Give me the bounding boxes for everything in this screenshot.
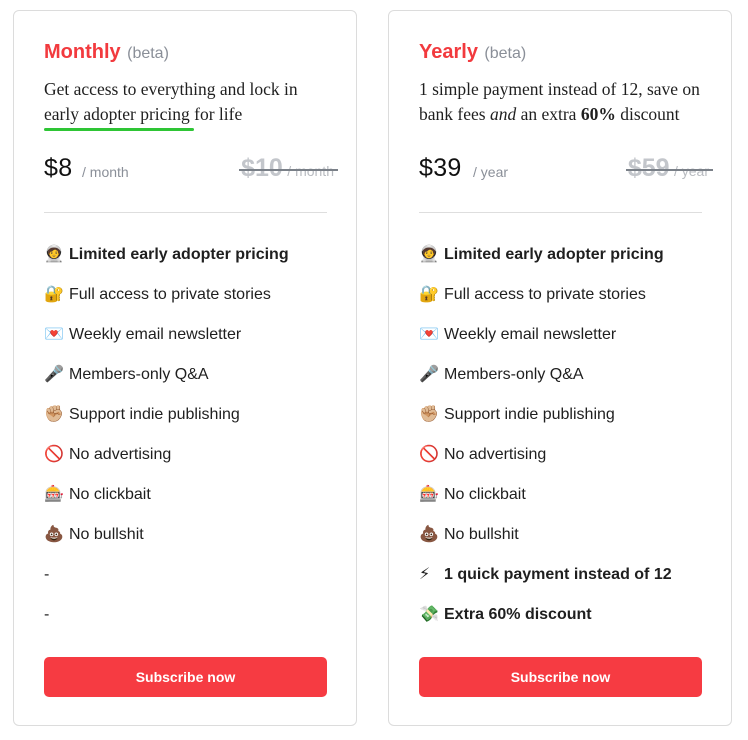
price-row: $39 / year $59 / year bbox=[419, 154, 713, 194]
astronaut-icon: 🧑‍🚀 bbox=[419, 246, 439, 263]
feature-list: 🧑‍🚀 Limited early adopter pricing 🔐 Full ac… bbox=[44, 245, 289, 645]
strikethrough-line bbox=[625, 169, 713, 171]
astronaut-icon: 🧑‍🚀 bbox=[44, 246, 64, 263]
feature-label: Support indie publishing bbox=[69, 406, 240, 423]
description-text: an extra bbox=[516, 104, 581, 124]
description-emphasis: and bbox=[489, 104, 517, 124]
price-amount: $39 bbox=[419, 154, 462, 182]
feature-label: Limited early adopter pricing bbox=[69, 246, 289, 263]
plan-name: Monthly bbox=[44, 41, 121, 63]
strikethrough-line bbox=[239, 169, 338, 171]
feature-item: 🎰 No clickbait bbox=[419, 485, 672, 525]
feature-label: - bbox=[44, 606, 50, 623]
feature-label: No clickbait bbox=[444, 486, 526, 503]
subscribe-button[interactable]: Subscribe now bbox=[44, 657, 327, 697]
feature-label: Full access to private stories bbox=[69, 286, 271, 303]
old-price-period: / month bbox=[287, 163, 334, 179]
feature-label: No advertising bbox=[69, 446, 172, 463]
plan-description: 1 simple payment instead of 12, save on … bbox=[419, 77, 709, 127]
feature-item: ⚡ 1 quick payment instead of 12 bbox=[419, 565, 672, 605]
feature-list: 🧑‍🚀 Limited early adopter pricing 🔐 Full ac… bbox=[419, 245, 672, 645]
raised-fist-icon: ✊🏼 bbox=[419, 406, 439, 423]
feature-label: Extra 60% discount bbox=[444, 606, 592, 623]
description-strong: 60% bbox=[580, 104, 616, 124]
price-period: / month bbox=[82, 164, 129, 180]
microphone-icon: 🎤 bbox=[44, 366, 64, 383]
feature-item: 💸 Extra 60% discount bbox=[419, 605, 672, 645]
feature-label: Weekly email newsletter bbox=[69, 326, 242, 343]
feature-label: Full access to private stories bbox=[444, 286, 646, 303]
feature-item: - bbox=[44, 565, 289, 605]
divider bbox=[419, 212, 702, 213]
prohibited-icon: 🚫 bbox=[419, 446, 439, 463]
subscribe-button[interactable]: Subscribe now bbox=[419, 657, 702, 697]
feature-item: 🎰 No clickbait bbox=[44, 485, 289, 525]
feature-item: 🎤 Members-only Q&A bbox=[44, 365, 289, 405]
divider bbox=[44, 212, 327, 213]
old-price-amount: $59 bbox=[627, 154, 670, 182]
feature-item: 💌 Weekly email newsletter bbox=[419, 325, 672, 365]
love-letter-icon: 💌 bbox=[419, 326, 439, 343]
highlight-underline bbox=[44, 128, 194, 131]
feature-label: Weekly email newsletter bbox=[444, 326, 617, 343]
poop-icon: 💩 bbox=[419, 526, 439, 543]
lock-icon: 🔐 bbox=[44, 286, 64, 303]
old-price-amount: $10 bbox=[241, 154, 283, 182]
plan-description: Get access to everything and lock in ear… bbox=[44, 79, 298, 124]
beta-label: (beta) bbox=[127, 45, 169, 62]
feature-label: No bullshit bbox=[444, 526, 519, 543]
plan-card-monthly: Monthly (beta) Get access to everything … bbox=[13, 10, 357, 726]
price-period: / year bbox=[473, 164, 509, 180]
feature-item: 🔐 Full access to private stories bbox=[44, 285, 289, 325]
description-text: discount bbox=[615, 104, 680, 124]
money-wings-icon: 💸 bbox=[419, 606, 439, 623]
feature-item: - bbox=[44, 605, 289, 645]
slot-machine-icon: 🎰 bbox=[419, 486, 439, 503]
old-price: $59 / year bbox=[625, 154, 713, 183]
feature-item: 🚫 No advertising bbox=[419, 445, 672, 485]
feature-label: Limited early adopter pricing bbox=[444, 246, 664, 263]
feature-item: 🔐 Full access to private stories bbox=[419, 285, 672, 325]
feature-item: ✊🏼 Support indie publishing bbox=[44, 405, 289, 445]
feature-label: 1 quick payment instead of 12 bbox=[444, 566, 672, 583]
plan-header: Yearly (beta) bbox=[419, 41, 526, 64]
raised-fist-icon: ✊🏼 bbox=[44, 406, 64, 423]
plan-card-yearly: Yearly (beta) 1 simple payment instead o… bbox=[388, 10, 732, 726]
price-row: $8 / month $10 / month bbox=[44, 154, 338, 194]
old-price-period: / year bbox=[673, 163, 709, 179]
microphone-icon: 🎤 bbox=[419, 366, 439, 383]
feature-label: No clickbait bbox=[69, 486, 151, 503]
lightning-icon: ⚡ bbox=[419, 566, 431, 583]
lock-icon: 🔐 bbox=[419, 286, 439, 303]
prohibited-icon: 🚫 bbox=[44, 446, 64, 463]
feature-item: 🧑‍🚀 Limited early adopter pricing bbox=[44, 245, 289, 285]
plan-header: Monthly (beta) bbox=[44, 41, 169, 64]
feature-label: Support indie publishing bbox=[444, 406, 615, 423]
price-amount: $8 bbox=[44, 154, 73, 182]
feature-label: No bullshit bbox=[69, 526, 144, 543]
plan-name: Yearly bbox=[419, 41, 478, 63]
feature-item: 💩 No bullshit bbox=[419, 525, 672, 565]
feature-item: 💩 No bullshit bbox=[44, 525, 289, 565]
old-price: $10 / month bbox=[239, 154, 338, 183]
feature-label: - bbox=[44, 566, 50, 583]
feature-label: No advertising bbox=[444, 446, 547, 463]
feature-item: ✊🏼 Support indie publishing bbox=[419, 405, 672, 445]
beta-label: (beta) bbox=[484, 45, 527, 62]
love-letter-icon: 💌 bbox=[44, 326, 64, 343]
feature-item: 🎤 Members-only Q&A bbox=[419, 365, 672, 405]
feature-item: 🚫 No advertising bbox=[44, 445, 289, 485]
feature-label: Members-only Q&A bbox=[444, 366, 584, 383]
feature-item: 💌 Weekly email newsletter bbox=[44, 325, 289, 365]
feature-item: 🧑‍🚀 Limited early adopter pricing bbox=[419, 245, 672, 285]
slot-machine-icon: 🎰 bbox=[44, 486, 64, 503]
poop-icon: 💩 bbox=[44, 526, 64, 543]
feature-label: Members-only Q&A bbox=[69, 366, 209, 383]
